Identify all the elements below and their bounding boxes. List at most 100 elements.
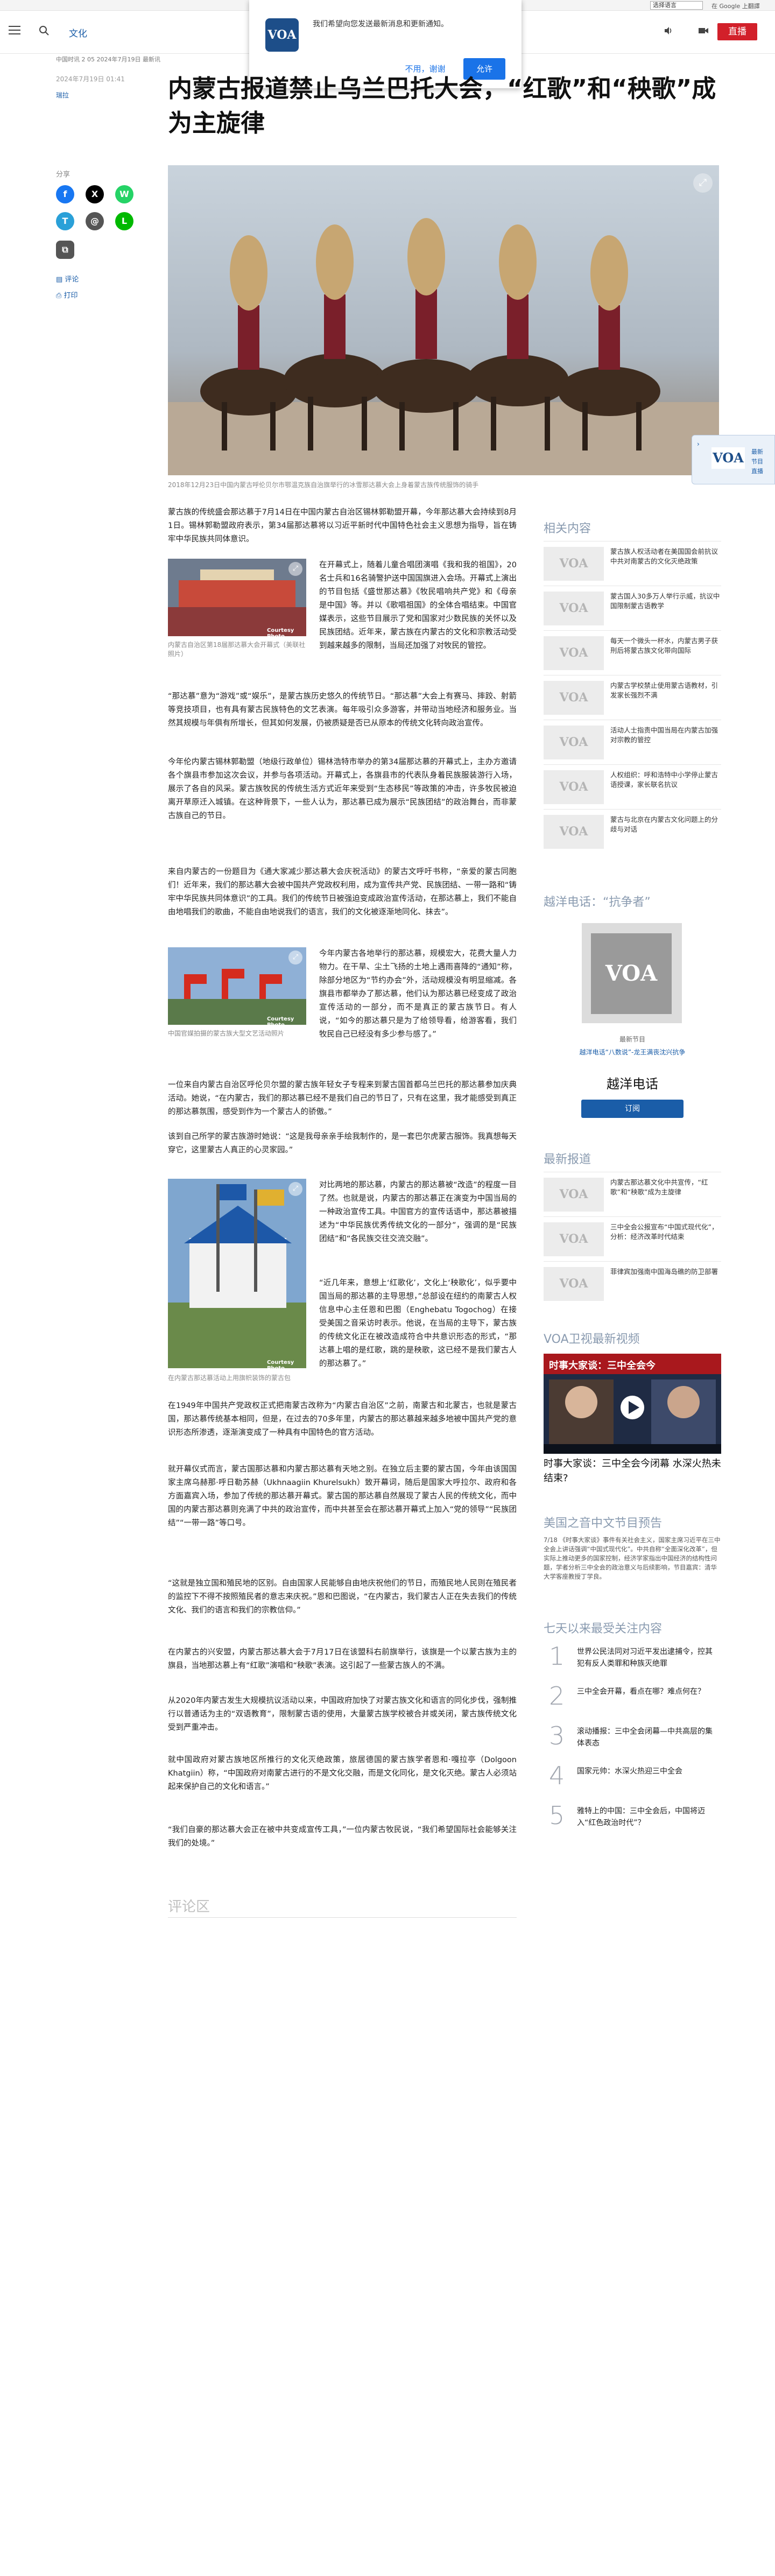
- related-item[interactable]: VOA 每天一个微头一杯水，内蒙古男子获刑后将蒙古族文化带向国际: [544, 630, 721, 670]
- comments-section-title: 评论区: [168, 1899, 210, 1915]
- article-paragraph: “那达慕”意为“游戏”或“娱乐”，是蒙古族历史悠久的传统节日。“那达慕”大会上有…: [168, 692, 517, 728]
- related-item[interactable]: VOA 人权组织：呼和浩特中小学停止蒙古语授课，家长联名抗议: [544, 764, 721, 804]
- related-item-title[interactable]: 每天一个微头一杯水，内蒙古男子获刑后将蒙古族文化带向国际: [610, 636, 721, 656]
- fullscreen-icon[interactable]: ⤢: [693, 173, 713, 193]
- rank-number: 2: [549, 1681, 565, 1711]
- related-item-title[interactable]: 人权组织：呼和浩特中小学停止蒙古语授课，家长联名抗议: [610, 770, 721, 790]
- article-paragraph: 就中国政府对蒙古族地区所推行的文化灭绝政策，旅居德国的蒙古族学者恩和·嘎拉亭（D…: [168, 1756, 517, 1791]
- article-paragraph: 从2020年内蒙古发生大规模抗议活动以来，中国政府加快了对蒙古族文化和语言的同化…: [168, 1697, 517, 1732]
- publish-date: 2024年7月19日 01:41: [56, 75, 125, 83]
- menu-icon[interactable]: [9, 26, 20, 34]
- related-item-title[interactable]: 蒙古族人权活动者在美国国会前抗议中共对南蒙古的文化灭绝政策: [610, 547, 721, 566]
- voa-logo: VOA: [265, 18, 299, 52]
- subscribe-button[interactable]: 订阅: [581, 1100, 684, 1118]
- fullscreen-icon[interactable]: ⤢: [288, 951, 302, 965]
- popular-item-title[interactable]: 国家元帅：水深火热迎三中全会: [577, 1765, 720, 1777]
- article-paragraph: 蒙古族的传统盛会那达慕于7月14日在中国内蒙古自治区锡林郭勒盟开幕，今年那达慕大…: [168, 508, 517, 544]
- fullscreen-icon[interactable]: ⤢: [288, 1182, 302, 1196]
- telegram-share-icon[interactable]: T: [56, 212, 74, 230]
- chevron-right-icon[interactable]: ›: [697, 440, 700, 448]
- article-paragraph: “这就是独立国和殖民地的区别。自由国家人民能够自由地庆祝他们的节日，而殖民地人民…: [168, 1579, 517, 1615]
- x-share-icon[interactable]: X: [86, 185, 104, 203]
- whatsapp-share-icon[interactable]: W: [115, 185, 133, 203]
- print-icon: ⎙: [56, 292, 64, 300]
- figure-caption: 内蒙古自治区第18届那达慕大会开幕式（美联社照片）: [168, 641, 306, 658]
- related-item-title[interactable]: 蒙古国人30多万人举行示威，抗议中国限制蒙古语教学: [610, 592, 721, 611]
- line-share-icon[interactable]: L: [115, 212, 133, 230]
- related-item[interactable]: VOA 蒙古族人权活动者在美国国会前抗议中共对南蒙古的文化灭绝政策: [544, 541, 721, 581]
- article-paragraph: “近几年来，意想上‘红歌化’，文化上‘秧歌化’，似乎要中国当局的那达慕的主导思想…: [319, 1279, 517, 1368]
- video-title[interactable]: 时事大家谈：三中全会今闭幕 水深火热未结束?: [544, 1456, 721, 1486]
- email-share-icon[interactable]: @: [86, 212, 104, 230]
- thumbnail-image: VOA: [544, 1267, 604, 1301]
- thumbnail-image: VOA: [544, 636, 604, 670]
- article-paragraph: 对比两地的那达慕，内蒙古的那达慕被“改造”的程度一目了然。也就是说，内蒙古的那达…: [319, 1181, 517, 1243]
- rank-number: 3: [549, 1721, 565, 1750]
- rank-number: 5: [549, 1801, 565, 1830]
- thumbnail-image: VOA: [544, 726, 604, 759]
- google-translate-link[interactable]: 在 Google 上翻譯: [711, 2, 760, 10]
- print-link[interactable]: ⎙ 打印: [56, 290, 78, 300]
- latest-item[interactable]: VOA 内蒙古那达慕文化中共宣传，“红歌”和“秧歌”成为主旋律: [544, 1172, 721, 1212]
- article-figure[interactable]: Courtesy Photo ⤢: [168, 1179, 306, 1368]
- thumbnail-image: VOA: [544, 547, 604, 581]
- audio-icon[interactable]: [664, 26, 673, 38]
- video-section-title: VOA卫视最新视频: [544, 1333, 640, 1346]
- byline[interactable]: 瑞拉: [56, 90, 69, 100]
- thumbnail-image: VOA: [544, 815, 604, 849]
- podcast-name: 越洋电话: [607, 1076, 658, 1092]
- section-label[interactable]: 文化: [69, 26, 87, 39]
- latest-item-title[interactable]: 内蒙古那达慕文化中共宣传，“红歌”和“秧歌”成为主旋律: [610, 1178, 721, 1197]
- popular-item-title[interactable]: 世界公民法同对习近平发出逮捕令，控其犯有反人类罪和种族灭绝罪: [577, 1646, 720, 1670]
- related-item-title[interactable]: 蒙古与北京在内蒙古文化问题上的分歧与对话: [610, 815, 721, 834]
- photo-credit: Courtesy Photo: [267, 1360, 294, 1368]
- latest-item-title[interactable]: 三中全会公报宣布“中国式现代化”，分析：经济改革时代结束: [610, 1222, 721, 1242]
- live-button[interactable]: 直播: [717, 23, 757, 40]
- article-figure[interactable]: Courtesy Photo ⤢: [168, 947, 306, 1025]
- popular-item-title[interactable]: 雅特上的中国：三中全会后，中国将迈入“红色政治时代”？: [577, 1805, 720, 1829]
- facebook-share-icon[interactable]: f: [56, 185, 74, 203]
- related-item[interactable]: VOA 活动人士指责中国当局在内蒙古加强对宗教的管控: [544, 720, 721, 759]
- breadcrumb[interactable]: 中国时讯 2 05 2024年7月19日 最新讯: [56, 55, 160, 64]
- podcast-episode-link[interactable]: 越洋电话“八数说”-龙王满丧沈兴抗争: [544, 1047, 721, 1057]
- thumbnail-image: VOA: [544, 1222, 604, 1256]
- schedule-title: 美国之音中文节目预告: [544, 1517, 663, 1530]
- related-item[interactable]: VOA 内蒙古学校禁止使用蒙古语教材，引发家长强烈不满: [544, 675, 721, 715]
- article-paragraph: 今年内蒙古各地举行的那达慕，规模宏大，花费大量人力物力。在干旱、尘土飞扬的土地上…: [319, 949, 517, 1039]
- article-paragraph: 今年伦内蒙古锡林郭勒盟（地级行政单位）锡林浩特市举办的第34届那达慕的开幕式上，…: [168, 758, 517, 820]
- popular-item-title[interactable]: 滚动播报：三中全会闭幕—中共高层的集体表态: [577, 1726, 720, 1749]
- article-paragraph: 来自内蒙古的一份题目为《通大家减少那达慕大会庆祝活动》的蒙古文呼吁书称，“亲爱的…: [168, 868, 517, 917]
- video-icon[interactable]: [698, 26, 709, 38]
- fullscreen-icon[interactable]: ⤢: [288, 562, 302, 576]
- thumbnail-image: VOA: [544, 770, 604, 804]
- video-player[interactable]: 时事大家谈：三中全会今: [544, 1354, 721, 1454]
- related-item-title[interactable]: 活动人士指责中国当局在内蒙古加强对宗教的管控: [610, 726, 721, 745]
- related-item[interactable]: VOA 蒙古国人30多万人举行示威，抗议中国限制蒙古语教学: [544, 586, 721, 625]
- popular-item-title[interactable]: 三中全会开幕，看点在哪？难点何在？: [577, 1686, 720, 1698]
- language-select[interactable]: 选择语言: [650, 1, 703, 10]
- latest-item[interactable]: VOA 三中全会公报宣布“中国式现代化”，分析：经济改革时代结束: [544, 1216, 721, 1256]
- latest-item-title[interactable]: 菲律宾加强南中国海岛礁的防卫部署: [610, 1267, 721, 1277]
- related-item-title[interactable]: 内蒙古学校禁止使用蒙古语教材，引发家长强烈不满: [610, 681, 721, 700]
- article-paragraph: 在内蒙古的兴安盟，内蒙古那达慕大会于7月17日在该盟科右前旗举行，该旗是一个以蒙…: [168, 1648, 517, 1670]
- comments-link[interactable]: ▤ 评论: [56, 273, 79, 284]
- floating-live-widget[interactable]: VOA 最新 节目 直播: [692, 435, 775, 484]
- rank-number: 4: [549, 1761, 565, 1790]
- figure-caption: 在内蒙古那达慕活动上用旗帜装饰的蒙古包: [168, 1374, 291, 1382]
- related-item[interactable]: VOA 蒙古与北京在内蒙古文化问题上的分歧与对话: [544, 809, 721, 849]
- search-icon[interactable]: [39, 25, 50, 36]
- widget-line: 直播: [751, 468, 763, 475]
- hero-image[interactable]: [168, 165, 719, 475]
- copy-link-icon[interactable]: ⧉: [56, 241, 74, 259]
- article-paragraph: 一位来自内蒙古自治区呼伦贝尔盟的蒙古族年轻女子专程来到蒙古国首都乌兰巴托的那达慕…: [168, 1081, 517, 1116]
- related-title: 相关内容: [544, 522, 591, 536]
- latest-title: 最新报道: [544, 1153, 591, 1166]
- article-paragraph: “我们自豪的那达慕大会正在被中共变成宣传工具，”一位内蒙古牧民说，“我们希望国际…: [168, 1826, 517, 1848]
- article-title: 内蒙古报道禁止乌兰巴托大会，“红歌”和“秧歌”成为主旋律: [168, 74, 716, 137]
- article-figure[interactable]: Courtesy Photo ⤢: [168, 559, 306, 636]
- podcast-section-title: 越洋电话：“抗争者”: [544, 896, 651, 909]
- figure-caption: 中国官媒拍摄的蒙古族大型文艺活动照片: [168, 1030, 285, 1037]
- latest-item[interactable]: VOA 菲律宾加强南中国海岛礁的防卫部署: [544, 1261, 721, 1301]
- divider: [168, 1917, 517, 1918]
- article-paragraph: 在1949年中国共产党政权正式把南蒙古改称为“内蒙古自治区”之前，南蒙古和北蒙古…: [168, 1402, 517, 1437]
